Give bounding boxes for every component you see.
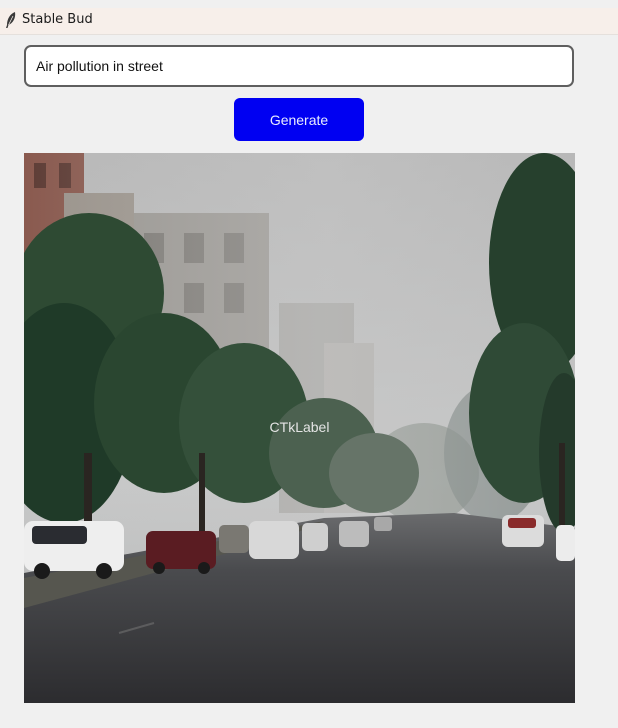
generate-button[interactable]: Generate: [234, 98, 364, 141]
prompt-input[interactable]: [24, 45, 574, 87]
generated-image: CTkLabel: [24, 153, 575, 703]
title-bar: Stable Bud: [0, 8, 618, 35]
window-title: Stable Bud: [22, 12, 93, 27]
image-label: CTkLabel: [269, 419, 330, 435]
feather-icon: [6, 12, 16, 28]
